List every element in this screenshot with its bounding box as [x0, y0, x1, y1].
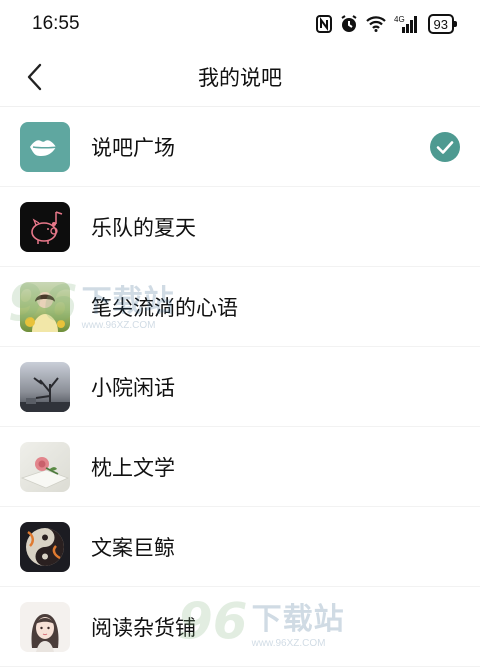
rose-photo [20, 441, 70, 492]
illustrated-girl-photo [20, 601, 70, 652]
check-circle-icon [430, 132, 460, 162]
chevron-left-icon[interactable] [22, 62, 50, 92]
list-item-label: 文案巨鲸 [91, 535, 175, 560]
list-item[interactable]: 文案巨鲸 [0, 507, 480, 587]
list-item-label: 说吧广场 [91, 135, 175, 160]
list-item[interactable]: 小院闲话 [0, 347, 480, 427]
yin-yang-photo [20, 521, 70, 572]
page-title: 我的说吧 [198, 66, 282, 90]
nfc-icon [315, 15, 332, 33]
status-icons: 4G 93 [315, 14, 458, 34]
list-item-label: 小院闲话 [91, 375, 175, 400]
list-item-label: 枕上文学 [91, 455, 175, 480]
alarm-icon [340, 15, 358, 33]
list-item-label: 乐队的夏天 [91, 215, 196, 240]
wifi-icon [365, 16, 386, 32]
battery-icon: 93 [427, 14, 458, 34]
list-item[interactable]: 阅读杂货铺 [0, 587, 480, 667]
tree-photo [20, 361, 70, 412]
lips-icon [20, 121, 70, 172]
list-item[interactable]: 笔尖流淌的心语 [0, 267, 480, 347]
list-item[interactable]: 枕上文学 [0, 427, 480, 507]
list-item[interactable]: 乐队的夏天 [0, 187, 480, 267]
signal-icon: 4G [394, 15, 420, 33]
header: 我的说吧 [0, 48, 480, 106]
community-list: 说吧广场 乐队的夏天 笔尖流淌的心语 小院闲话 枕上文学 文案巨鲸 阅读杂货铺 [0, 107, 480, 667]
piggy-band-logo [20, 201, 70, 252]
status-bar: 16:55 4G 93 [0, 0, 480, 48]
list-item-label: 阅读杂货铺 [91, 615, 196, 640]
status-time: 16:55 [32, 13, 80, 34]
list-item-label: 笔尖流淌的心语 [91, 295, 238, 320]
girl-photo [20, 281, 70, 332]
list-item[interactable]: 说吧广场 [0, 107, 480, 187]
svg-text:4G: 4G [394, 15, 405, 24]
battery-level: 93 [433, 16, 448, 32]
